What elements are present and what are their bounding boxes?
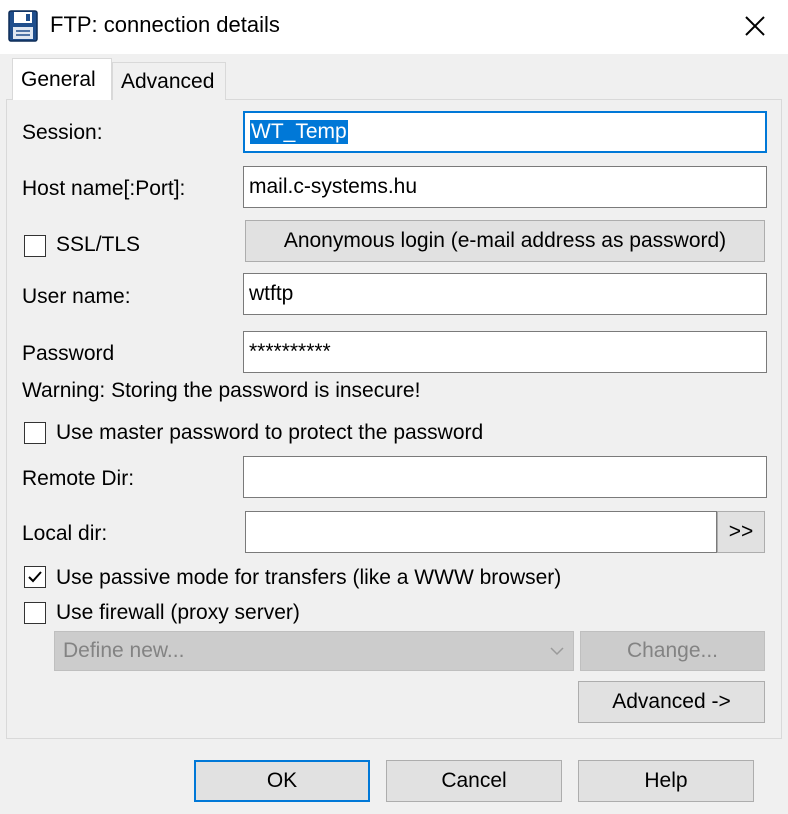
ok-label: OK bbox=[266, 769, 298, 792]
passive-mode-label[interactable]: Use passive mode for transfers (like a W… bbox=[56, 566, 561, 590]
session-input[interactable]: WT_Temp bbox=[243, 111, 767, 153]
passive-mode-checkbox[interactable] bbox=[24, 566, 46, 588]
firewall-select[interactable]: Define new... bbox=[54, 631, 574, 671]
anonymous-login-button[interactable]: Anonymous login (e-mail address as passw… bbox=[245, 220, 765, 262]
anonymous-login-label: Anonymous login (e-mail address as passw… bbox=[283, 229, 727, 252]
local-dir-input[interactable] bbox=[245, 511, 717, 553]
tab-advanced-label: Advanced bbox=[121, 69, 215, 93]
host-value: mail.c-systems.hu bbox=[249, 175, 418, 198]
firewall-checkbox[interactable] bbox=[24, 602, 46, 624]
advanced-label: Advanced -> bbox=[612, 690, 731, 713]
host-label: Host name[:Port]: bbox=[22, 177, 186, 200]
password-value: ********** bbox=[249, 340, 331, 363]
host-input[interactable]: mail.c-systems.hu bbox=[243, 166, 767, 208]
local-dir-label: Local dir: bbox=[22, 522, 108, 545]
change-button[interactable]: Change... bbox=[580, 631, 765, 671]
browse-label: >> bbox=[728, 520, 754, 543]
change-label: Change... bbox=[626, 639, 719, 662]
tab-general[interactable]: General bbox=[12, 58, 112, 100]
help-label: Help bbox=[644, 769, 688, 792]
cancel-label: Cancel bbox=[441, 769, 507, 792]
help-button[interactable]: Help bbox=[578, 760, 754, 802]
tab-advanced[interactable]: Advanced bbox=[112, 62, 226, 100]
password-warning: Warning: Storing the password is insecur… bbox=[22, 379, 421, 402]
ssl-checkbox[interactable] bbox=[24, 235, 46, 257]
user-name-input[interactable]: wtftp bbox=[243, 273, 767, 315]
password-label: Password bbox=[22, 342, 115, 365]
password-input[interactable]: ********** bbox=[243, 331, 767, 373]
user-name-value: wtftp bbox=[249, 282, 294, 305]
ok-button[interactable]: OK bbox=[194, 760, 370, 802]
remote-dir-input[interactable] bbox=[243, 456, 767, 498]
user-name-label: User name: bbox=[22, 285, 131, 308]
chevron-down-icon bbox=[550, 647, 564, 656]
cancel-button[interactable]: Cancel bbox=[386, 760, 562, 802]
close-icon bbox=[745, 16, 765, 36]
session-label: Session: bbox=[22, 121, 103, 144]
floppy-disk-icon bbox=[8, 10, 38, 42]
close-button[interactable] bbox=[732, 6, 778, 46]
remote-dir-label: Remote Dir: bbox=[22, 467, 135, 490]
firewall-label[interactable]: Use firewall (proxy server) bbox=[56, 601, 300, 625]
checkmark-icon bbox=[28, 571, 42, 583]
tab-general-label: General bbox=[21, 67, 96, 91]
firewall-select-value: Define new... bbox=[63, 639, 185, 662]
master-password-checkbox[interactable] bbox=[24, 422, 46, 444]
advanced-button[interactable]: Advanced -> bbox=[578, 681, 765, 723]
browse-local-dir-button[interactable]: >> bbox=[717, 511, 765, 553]
window-title: FTP: connection details bbox=[50, 12, 280, 37]
ssl-label[interactable]: SSL/TLS bbox=[56, 233, 140, 257]
session-value: WT_Temp bbox=[250, 120, 348, 144]
master-password-label[interactable]: Use master password to protect the passw… bbox=[56, 421, 483, 445]
